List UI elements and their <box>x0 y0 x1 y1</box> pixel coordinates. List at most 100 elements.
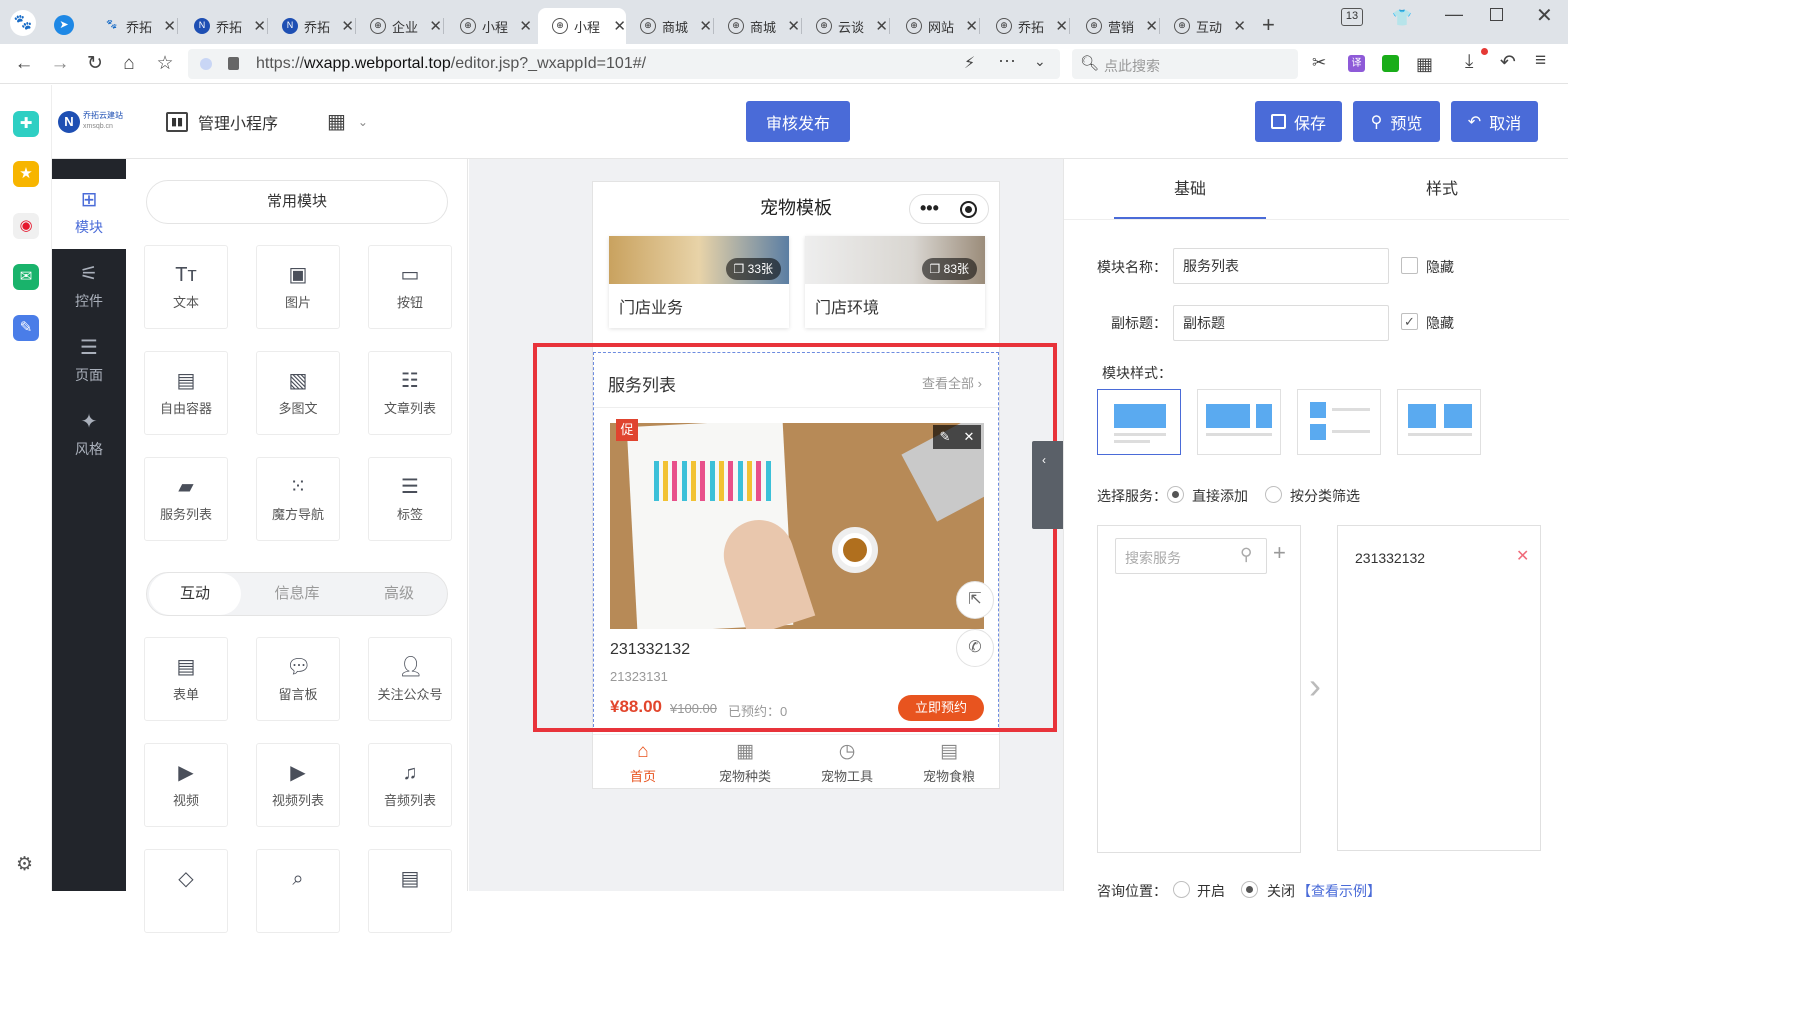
qr-code-dropdown[interactable]: ▦ ⌄ <box>327 109 368 134</box>
module-card[interactable]: ▤ 自由容器 <box>144 351 228 435</box>
back-icon[interactable]: ← <box>12 52 36 76</box>
service-search-input[interactable]: 搜索服务 ⚲ <box>1115 538 1267 574</box>
style-option-2[interactable] <box>1197 389 1281 455</box>
browser-tab[interactable]: ⊕ 网站 ✕ <box>892 8 978 44</box>
home-icon[interactable]: ⌂ <box>117 52 141 76</box>
browser-tab[interactable]: ⊕ 小程 ✕ <box>446 8 532 44</box>
apps-grid-icon[interactable]: ▦ <box>1416 54 1433 75</box>
sidenav-item-0[interactable]: ⊞ 模块 <box>52 179 126 249</box>
save-button[interactable]: 保存 <box>1255 101 1342 142</box>
browser-tab[interactable]: ⊕ 营销 ✕ <box>1072 8 1158 44</box>
preview-button[interactable]: ⚲ 预览 <box>1353 101 1440 142</box>
lock-icon[interactable] <box>228 57 239 70</box>
undo-icon[interactable]: ↶ <box>1500 51 1516 74</box>
bookmark-star-icon[interactable]: ☆ <box>153 52 177 76</box>
tab-count-badge[interactable]: 13 <box>1341 8 1363 26</box>
panel-collapse-handle[interactable]: ‹ <box>1032 441 1064 529</box>
browser-tab[interactable]: ⊕ 商城 ✕ <box>626 8 712 44</box>
module-card[interactable]: ♫ 音频列表 <box>368 743 452 827</box>
wechat-icon[interactable] <box>1382 55 1399 72</box>
download-icon[interactable]: ⤓ <box>1465 51 1473 73</box>
browser-tab[interactable]: ⊕ 互动 ✕ <box>1160 8 1246 44</box>
module-card[interactable]: ◇ <box>144 849 228 933</box>
browser-tab[interactable]: N 乔拓 ✕ <box>268 8 354 44</box>
notes-icon[interactable]: ✎ <box>13 315 39 341</box>
tab-style[interactable]: 样式 <box>1366 159 1518 219</box>
reload-icon[interactable]: ↻ <box>83 52 107 76</box>
close-tab-icon[interactable]: ✕ <box>699 17 712 35</box>
close-tab-icon[interactable]: ✕ <box>1055 17 1068 35</box>
gallery-card[interactable]: ❐ 83张 门店环境 <box>805 236 985 328</box>
chevron-down-icon[interactable]: ⌄ <box>1034 53 1046 70</box>
module-card[interactable]: ▭ 按钮 <box>368 245 452 329</box>
publish-button[interactable]: 审核发布 <box>746 101 850 142</box>
close-tab-icon[interactable]: ✕ <box>519 17 532 35</box>
close-tab-icon[interactable]: ✕ <box>253 17 266 35</box>
consult-off-radio[interactable] <box>1241 881 1258 898</box>
module-subtab[interactable]: 互动 <box>149 573 241 615</box>
scissors-icon[interactable]: ✂ <box>1312 53 1326 73</box>
mail-icon[interactable]: ✉ <box>13 264 39 290</box>
forward-icon[interactable]: → <box>48 52 72 76</box>
module-card[interactable]: Tт 文本 <box>144 245 228 329</box>
maximize-window-button[interactable] <box>1490 8 1503 21</box>
browser-tab[interactable]: ⊕ 云谈 ✕ <box>802 8 888 44</box>
lightning-icon[interactable]: ⚡ <box>964 53 975 73</box>
cancel-button[interactable]: ↶ 取消 <box>1451 101 1538 142</box>
module-card[interactable]: ▧ 多图文 <box>256 351 340 435</box>
weibo-icon[interactable]: ◉ <box>13 213 39 239</box>
close-tab-icon[interactable]: ✕ <box>341 17 354 35</box>
close-tab-icon[interactable]: ✕ <box>875 17 888 35</box>
phone-tab-1[interactable]: ▦ 宠物种类 <box>695 741 795 785</box>
new-tab-button[interactable]: + <box>1262 12 1275 38</box>
module-card[interactable]: ⌕ <box>256 849 340 933</box>
category-filter-radio[interactable] <box>1265 486 1282 503</box>
favorites-star-icon[interactable]: ★ <box>13 161 39 187</box>
add-service-button[interactable]: + <box>1273 540 1286 566</box>
module-card[interactable]: ☷ 文章列表 <box>368 351 452 435</box>
style-option-3[interactable] <box>1297 389 1381 455</box>
browser-tab[interactable]: N 乔拓 ✕ <box>180 8 266 44</box>
gallery-card[interactable]: ❐ 33张 门店业务 <box>609 236 789 328</box>
browser-tab[interactable]: ⊕ 企业 ✕ <box>356 8 442 44</box>
phone-tab-3[interactable]: ▤ 宠物食粮 <box>899 741 999 785</box>
close-tab-icon[interactable]: ✕ <box>429 17 442 35</box>
consult-on-radio[interactable] <box>1173 881 1190 898</box>
module-card[interactable]: 👤︎ 关注公众号 <box>368 637 452 721</box>
transfer-arrow-icon[interactable]: › <box>1309 665 1321 707</box>
phone-tab-0[interactable]: ⌂ 首页 <box>593 741 693 785</box>
close-tab-icon[interactable]: ✕ <box>1233 17 1246 35</box>
module-card[interactable]: ▰ 服务列表 <box>144 457 228 541</box>
browser-tab[interactable]: 🐾 乔拓 ✕ <box>90 8 176 44</box>
browser-logo-icon[interactable]: 🐾 <box>10 10 36 36</box>
module-card[interactable]: ☰ 标签 <box>368 457 452 541</box>
hide-name-checkbox[interactable] <box>1401 257 1418 274</box>
module-subtab[interactable]: 信息库 <box>251 573 343 615</box>
minimize-window-button[interactable]: — <box>1445 4 1463 25</box>
module-card[interactable]: ▤ <box>368 849 452 933</box>
module-card[interactable]: ▤ 表单 <box>144 637 228 721</box>
hide-subtitle-checkbox[interactable]: ✓ <box>1401 313 1418 330</box>
url-field[interactable]: https://wxapp.webportal.top/editor.jsp?_… <box>188 49 1060 79</box>
site-logo[interactable]: N 乔拓云建站 xmsqb.cn <box>58 109 128 137</box>
module-subtab[interactable]: 高级 <box>353 573 445 615</box>
tools-icon[interactable]: ✚ <box>13 111 39 137</box>
phone-tab-2[interactable]: ◷ 宠物工具 <box>797 741 897 785</box>
sidenav-item-2[interactable]: ☰ 页面 <box>52 327 126 397</box>
miniprogram-capsule[interactable]: ••• <box>909 194 989 224</box>
style-option-1[interactable] <box>1097 389 1181 455</box>
module-card[interactable]: ▣ 图片 <box>256 245 340 329</box>
browser-tab[interactable]: ⊕ 乔拓 ✕ <box>982 8 1068 44</box>
close-tab-icon[interactable]: ✕ <box>613 17 626 35</box>
remove-service-icon[interactable]: ✕ <box>1516 546 1529 566</box>
browser-tab[interactable]: ⊕ 商城 ✕ <box>714 8 800 44</box>
sidenav-item-1[interactable]: ⚟ 控件 <box>52 253 126 323</box>
navigation-app-icon[interactable]: ➤ <box>54 15 74 35</box>
common-modules-header[interactable]: 常用模块 <box>146 180 448 224</box>
module-card[interactable]: ▶ 视频 <box>144 743 228 827</box>
close-tab-icon[interactable]: ✕ <box>787 17 800 35</box>
view-example-link[interactable]: 【查看示例】 <box>1297 881 1381 901</box>
module-card[interactable]: 💬︎ 留言板 <box>256 637 340 721</box>
subtitle-input[interactable]: 副标题 <box>1173 305 1389 341</box>
module-card[interactable]: ▶ 视频列表 <box>256 743 340 827</box>
